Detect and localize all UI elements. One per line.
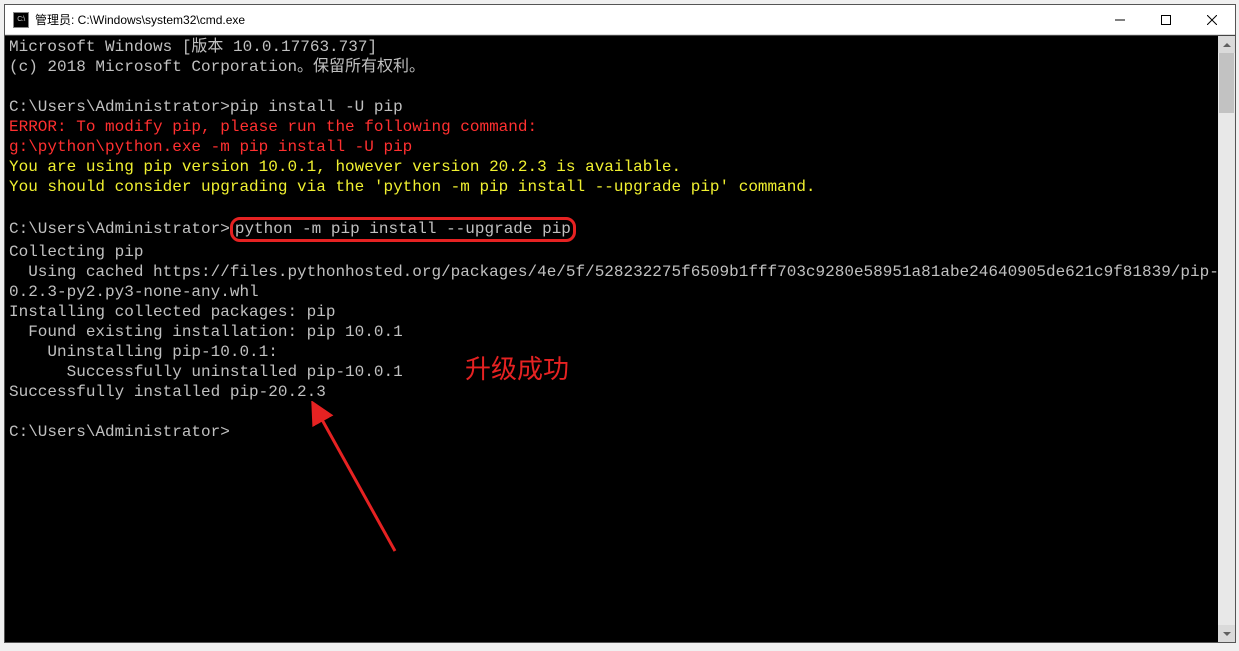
scrollbar[interactable] <box>1218 36 1235 642</box>
maximize-button[interactable] <box>1143 5 1189 35</box>
error-line-2: g:\python\python.exe -m pip install -U p… <box>9 138 412 156</box>
scroll-up-button[interactable] <box>1218 36 1235 53</box>
prompt-1: C:\Users\Administrator> <box>9 98 230 116</box>
copyright-line: (c) 2018 Microsoft Corporation。保留所有权利。 <box>9 58 425 76</box>
title-bar[interactable]: C:\ 管理员: C:\Windows\system32\cmd.exe <box>5 5 1235 35</box>
output-uninstalling: Uninstalling pip-10.0.1: <box>9 343 278 361</box>
scrollbar-thumb[interactable] <box>1219 53 1234 113</box>
prompt-3: C:\Users\Administrator> <box>9 423 230 441</box>
command-1: pip install -U pip <box>230 98 403 116</box>
warning-line-2: You should consider upgrading via the 'p… <box>9 178 816 196</box>
window-controls <box>1097 5 1235 34</box>
chevron-down-icon <box>1223 632 1231 636</box>
warning-line-1: You are using pip version 10.0.1, howeve… <box>9 158 681 176</box>
output-uninstalled: Successfully uninstalled pip-10.0.1 <box>9 363 403 381</box>
cmd-icon: C:\ <box>13 12 29 28</box>
highlighted-command: python -m pip install --upgrade pip <box>230 217 576 242</box>
error-line-1: ERROR: To modify pip, please run the fol… <box>9 118 537 136</box>
terminal-area[interactable]: Microsoft Windows [版本 10.0.17763.737] (c… <box>5 35 1235 642</box>
output-found: Found existing installation: pip 10.0.1 <box>9 323 403 341</box>
output-installing: Installing collected packages: pip <box>9 303 335 321</box>
close-button[interactable] <box>1189 5 1235 35</box>
scroll-down-button[interactable] <box>1218 625 1235 642</box>
close-icon <box>1207 15 1217 25</box>
minimize-button[interactable] <box>1097 5 1143 35</box>
output-success: Successfully installed pip-20.2.3 <box>9 383 326 401</box>
terminal-output: Microsoft Windows [版本 10.0.17763.737] (c… <box>5 36 1235 443</box>
prompt-2: C:\Users\Administrator> <box>9 220 230 238</box>
window-title: 管理员: C:\Windows\system32\cmd.exe <box>35 11 1097 28</box>
output-cache-url: Using cached https://files.pythonhosted.… <box>9 263 1228 301</box>
output-collecting: Collecting pip <box>9 243 143 261</box>
maximize-icon <box>1161 15 1171 25</box>
ms-version-line: Microsoft Windows [版本 10.0.17763.737] <box>9 38 377 56</box>
cmd-window: C:\ 管理员: C:\Windows\system32\cmd.exe Mic… <box>4 4 1236 643</box>
chevron-up-icon <box>1223 43 1231 47</box>
minimize-icon <box>1115 15 1125 25</box>
